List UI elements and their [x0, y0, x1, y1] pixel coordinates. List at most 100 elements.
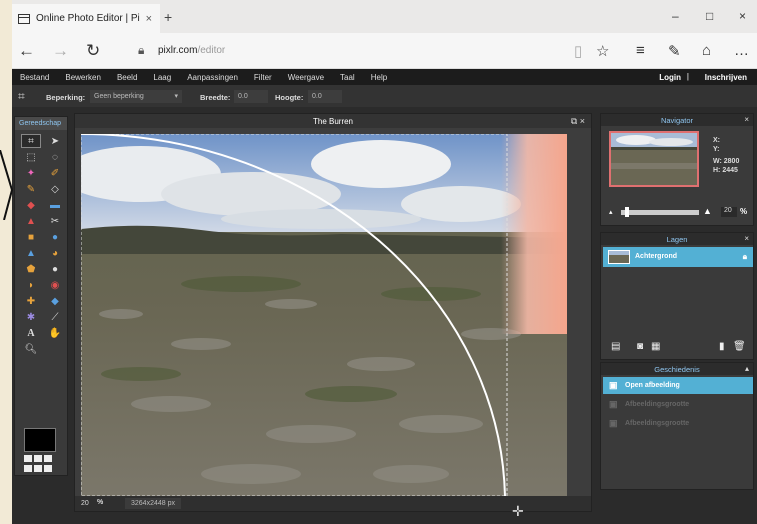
- nav-x-label: X:: [713, 137, 720, 144]
- navigator-panel: Navigator × X: Y: W: 2800 H: 2445 ▴ ▲ 20…: [600, 113, 754, 226]
- url-field[interactable]: pixlr.com/editor: [158, 45, 225, 56]
- crop-tool[interactable]: ⌗: [21, 134, 41, 148]
- zoom-tool[interactable]: 🔍︎: [21, 342, 41, 356]
- close-icon[interactable]: ×: [744, 234, 749, 243]
- history-item[interactable]: ▣ Afbeeldingsgrootte: [603, 396, 753, 413]
- maximize-button[interactable]: □: [706, 9, 713, 23]
- eraser-tool[interactable]: ◇: [45, 182, 65, 196]
- hub-icon[interactable]: ≡: [636, 42, 645, 59]
- zoom-slider-handle[interactable]: [625, 207, 629, 217]
- constraint-select[interactable]: Geen beperking ▾: [90, 90, 182, 103]
- menu-laag[interactable]: Laag: [153, 73, 171, 82]
- collapse-icon[interactable]: ▴: [745, 364, 749, 373]
- favorite-star-icon[interactable]: ☆: [596, 42, 609, 60]
- menu-taal[interactable]: Taal: [340, 73, 355, 82]
- drawing-tool[interactable]: ■: [21, 230, 41, 244]
- menu-help[interactable]: Help: [371, 73, 387, 82]
- pinch-tool[interactable]: ✱: [21, 310, 41, 324]
- smudge-tool[interactable]: ◕: [45, 246, 65, 260]
- move-tool[interactable]: ➤: [45, 134, 65, 148]
- layer-lock-icon[interactable]: 🔒︎: [743, 252, 747, 262]
- width-input[interactable]: 0.0: [234, 90, 268, 103]
- constraint-label: Beperking:: [46, 93, 86, 102]
- forward-arrow-icon[interactable]: →: [52, 41, 69, 61]
- reading-view-icon[interactable]: ▯: [574, 42, 582, 60]
- zoom-in-icon[interactable]: ▲: [703, 206, 712, 216]
- layers-title: Lagen: [666, 235, 688, 244]
- menu-bestand[interactable]: Bestand: [20, 73, 49, 82]
- layer-mask-icon[interactable]: ◙: [637, 341, 643, 352]
- tab-close-icon[interactable]: ×: [146, 13, 152, 25]
- more-icon[interactable]: …: [734, 42, 749, 59]
- menu-weergave[interactable]: Weergave: [288, 73, 324, 82]
- menu-aanpassingen[interactable]: Aanpassingen: [187, 73, 238, 82]
- layer-settings-icon[interactable]: ▤: [611, 341, 620, 352]
- bucket-tool[interactable]: ◆: [21, 198, 41, 212]
- dodge-tool[interactable]: ●: [45, 262, 65, 276]
- history-header: Geschiedenis ▴: [601, 363, 753, 375]
- zoom-out-icon[interactable]: ▴: [609, 208, 613, 216]
- refresh-icon[interactable]: ↻: [86, 41, 100, 61]
- tool-options-bar: ⌗ Beperking: Geen beperking ▾ Breedte: 0.…: [12, 85, 757, 107]
- color-swatch[interactable]: [24, 428, 56, 452]
- crop-tool-icon: ⌗: [18, 89, 25, 103]
- signup-link[interactable]: Inschrijven: [705, 73, 747, 82]
- canvas-window-controls[interactable]: ⧉ ×: [571, 116, 585, 127]
- history-item[interactable]: ▣ Open afbeelding: [603, 377, 753, 394]
- new-tab-button[interactable]: +: [164, 9, 172, 25]
- history-item[interactable]: ▣ Afbeeldingsgrootte: [603, 415, 753, 432]
- back-arrow-icon[interactable]: ←: [18, 41, 35, 61]
- menu-beeld[interactable]: Beeld: [117, 73, 137, 82]
- url-path: /editor: [197, 45, 226, 56]
- delete-layer-icon[interactable]: 🗑︎: [733, 341, 746, 352]
- browser-tab[interactable]: Online Photo Editor | Pi ×: [12, 4, 160, 33]
- red-eye-tool[interactable]: ◉: [45, 278, 65, 292]
- marquee-tool[interactable]: ⬚: [21, 150, 41, 164]
- canvas-dimensions: 3264x2448 px: [125, 498, 181, 509]
- spot-heal-tool[interactable]: ✚: [21, 294, 41, 308]
- crop-cursor-icon: ✛: [512, 503, 524, 519]
- stamp-tool[interactable]: ▲: [21, 214, 41, 228]
- menu-filter[interactable]: Filter: [254, 73, 272, 82]
- close-icon[interactable]: ×: [744, 115, 749, 124]
- login-link[interactable]: Login: [659, 73, 681, 82]
- nav-w-value: 2800: [723, 158, 740, 165]
- picker-tool[interactable]: ⟋: [45, 310, 65, 324]
- pencil-tool[interactable]: ✐: [45, 166, 65, 180]
- window-close-button[interactable]: ×: [739, 9, 746, 23]
- brush-tool[interactable]: ✎: [21, 182, 41, 196]
- sharpen-tool[interactable]: ▲: [21, 246, 41, 260]
- color-replace-tool[interactable]: ✂: [45, 214, 65, 228]
- web-note-icon[interactable]: ✎: [668, 42, 681, 60]
- layer-item[interactable]: Achtergrond 🔒︎: [603, 247, 753, 267]
- canvas-zoom-value[interactable]: 20: [81, 500, 89, 507]
- bloat-tool[interactable]: ◆: [45, 294, 65, 308]
- zoom-slider-track[interactable]: [621, 210, 699, 215]
- layers-header: Lagen ×: [601, 233, 753, 245]
- app-menu-bar: Bestand Bewerken Beeld Laag Aanpassingen…: [12, 69, 757, 85]
- burn-tool[interactable]: ◗: [21, 278, 41, 292]
- sponge-tool[interactable]: ⬟: [21, 262, 41, 276]
- blur-tool[interactable]: ●: [45, 230, 65, 244]
- wand-tool[interactable]: ✦: [21, 166, 41, 180]
- gradient-tool[interactable]: ▬: [45, 198, 65, 212]
- height-input[interactable]: 0.0: [308, 90, 342, 103]
- lock-icon: 🔒︎: [138, 43, 145, 57]
- navigator-title: Navigator: [660, 116, 694, 125]
- lasso-tool[interactable]: ◌: [45, 150, 65, 164]
- minimize-button[interactable]: –: [672, 9, 679, 23]
- share-icon[interactable]: ⌂: [702, 42, 711, 59]
- history-title: Geschiedenis: [654, 365, 700, 374]
- menu-bewerken[interactable]: Bewerken: [65, 73, 101, 82]
- layer-styles-icon[interactable]: ▦: [651, 341, 660, 352]
- history-label: Afbeeldingsgrootte: [625, 420, 690, 427]
- grid-view-icon[interactable]: [24, 455, 54, 473]
- navigator-zoom-input[interactable]: 20: [721, 207, 737, 217]
- history-panel: Geschiedenis ▴ ▣ Open afbeelding ▣ Afbee…: [600, 362, 754, 490]
- hand-tool[interactable]: ✋: [45, 326, 65, 340]
- navigator-thumbnail[interactable]: [609, 131, 699, 187]
- width-label: Breedte:: [200, 93, 231, 102]
- new-layer-icon[interactable]: ▮: [719, 341, 725, 352]
- type-tool[interactable]: A: [21, 326, 41, 340]
- image-canvas[interactable]: [81, 134, 567, 496]
